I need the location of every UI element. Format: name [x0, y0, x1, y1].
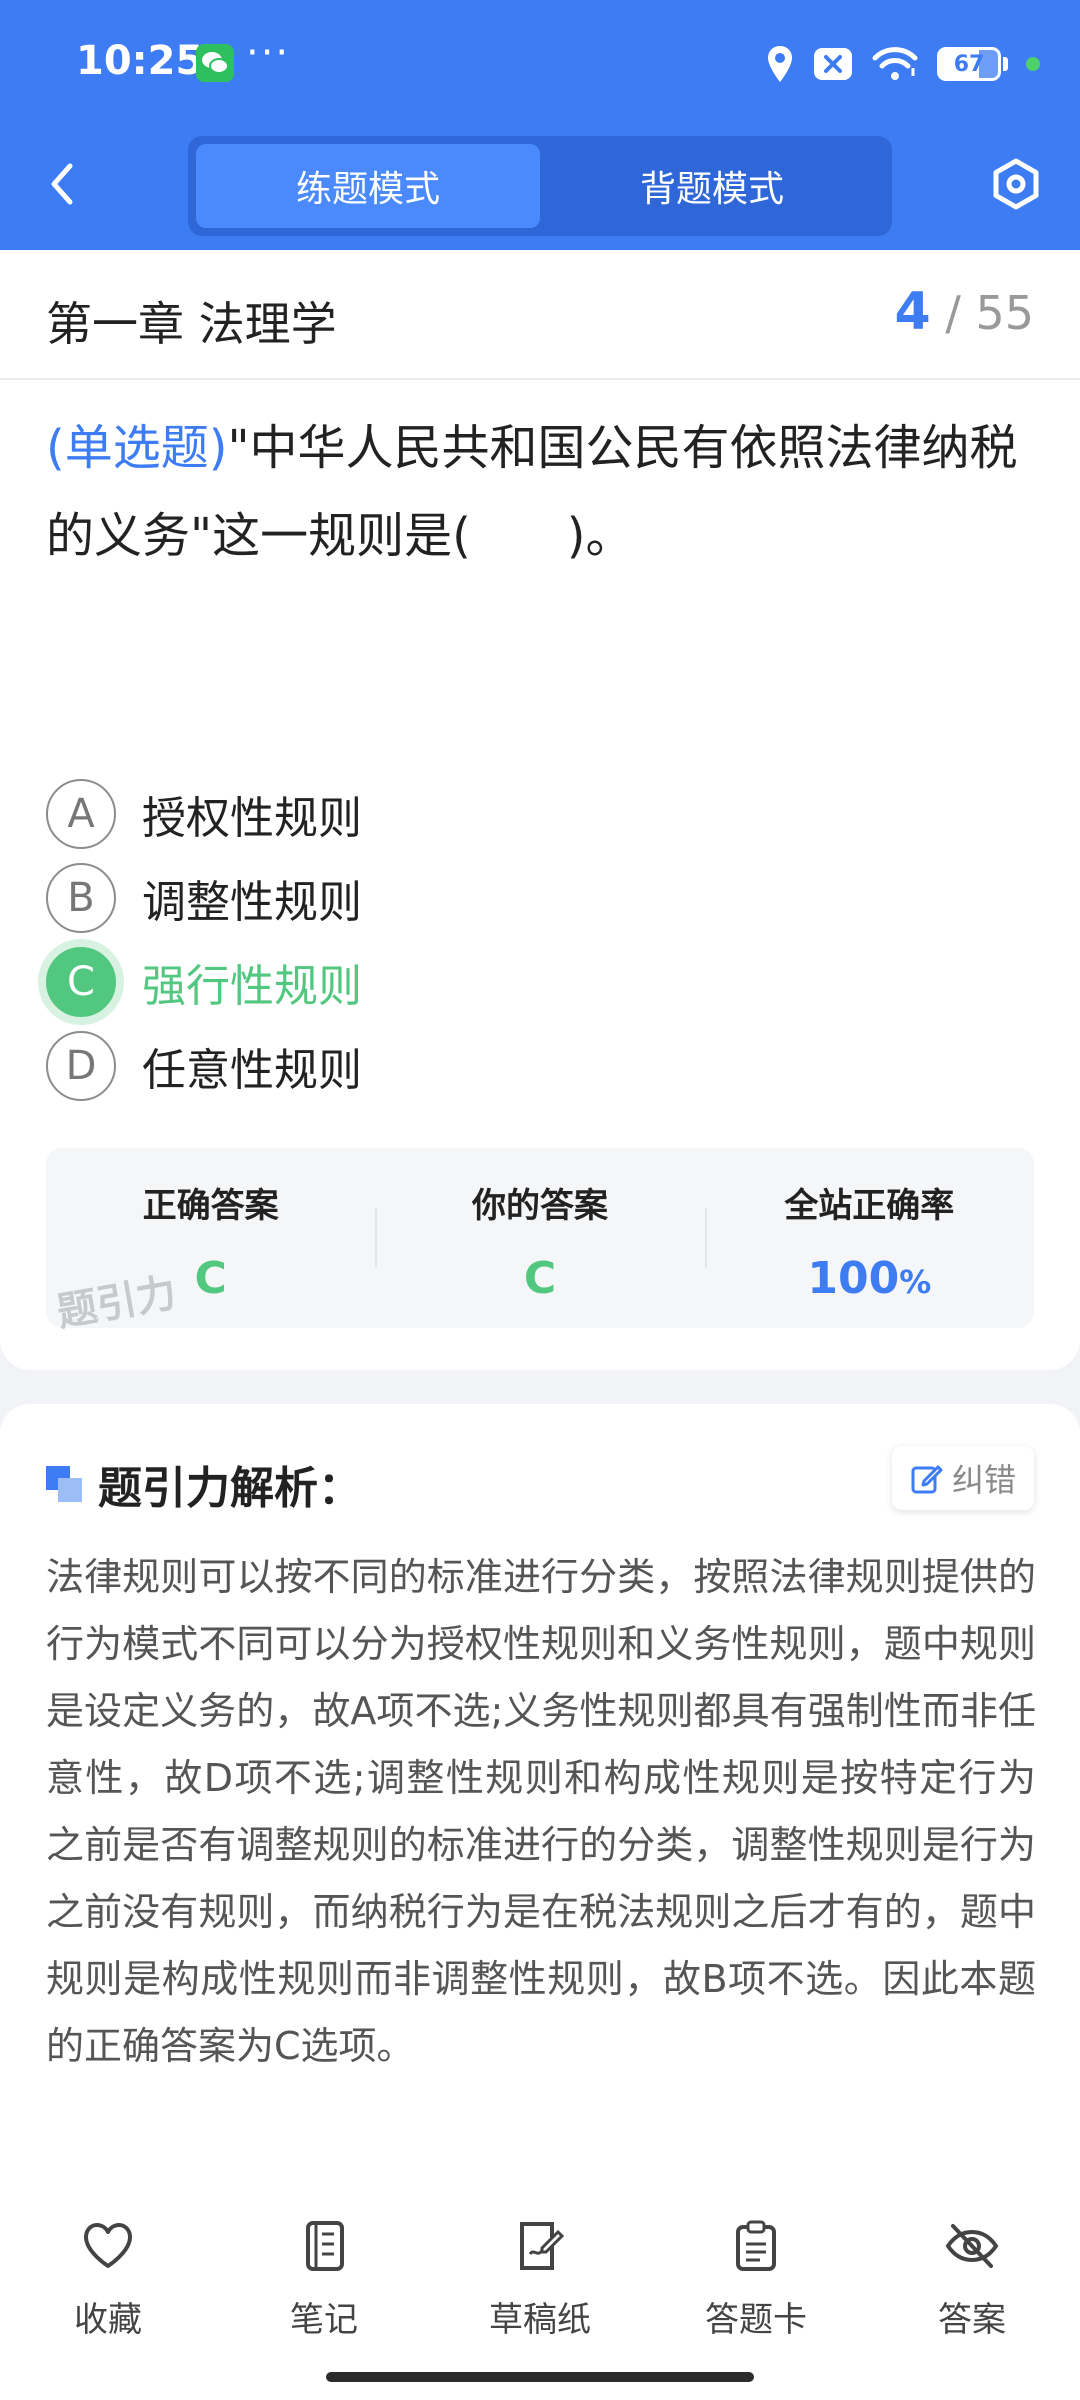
analysis-card: 题引力解析： 纠错 法律规则可以按不同的标准进行分类，按照法律规则提供的行为模式…	[0, 1404, 1080, 2184]
wifi-icon	[872, 47, 918, 80]
tab-label: 笔记	[290, 2300, 358, 2340]
favorite-button[interactable]: 收藏	[28, 2218, 188, 2341]
stat-value: 100%	[705, 1253, 1034, 1304]
analysis-squares-icon	[46, 1466, 82, 1502]
option-letter: A	[46, 779, 116, 849]
battery-tip	[1003, 57, 1008, 71]
option-letter: C	[46, 947, 116, 1017]
option-label: 任意性规则	[142, 1045, 362, 1096]
clipboard-icon	[736, 2220, 776, 2271]
heart-icon	[84, 2223, 132, 2268]
progress-separator: /	[945, 286, 961, 340]
option-b[interactable]: B 调整性规则	[46, 858, 946, 938]
hexagon-settings-icon	[993, 158, 1039, 210]
current-question-number: 4	[894, 282, 931, 342]
more-notifications-icon: ···	[246, 30, 291, 76]
stat-label: 全站正确率	[784, 1186, 955, 1226]
option-label: 调整性规则	[142, 877, 362, 928]
tab-practice-mode[interactable]: 练题模式	[196, 144, 540, 228]
chapter-title: 第一章 法理学	[46, 297, 337, 351]
status-time: 10:25	[76, 38, 204, 84]
chevron-left-icon	[51, 163, 73, 205]
question-card: (单选题)"中华人民共和国公民有依照法律纳税的义务"这一规则是( )。 A 授权…	[0, 380, 1080, 1370]
tab-memorize-mode[interactable]: 背题模式	[540, 144, 884, 228]
rate-number: 100	[807, 1253, 900, 1304]
battery-level: 67	[953, 52, 985, 77]
home-indicator[interactable]	[326, 2372, 754, 2382]
option-letter: B	[46, 863, 116, 933]
tab-label: 答题卡	[705, 2300, 807, 2340]
privacy-indicator-dot	[1026, 57, 1040, 71]
notes-button[interactable]: 笔记	[244, 2218, 404, 2341]
answer-stats: 正确答案 C 题引力 你的答案 C 全站正确率 100%	[46, 1148, 1034, 1336]
notebook-icon	[306, 2221, 344, 2271]
tab-label: 答案	[938, 2300, 1006, 2340]
back-button[interactable]	[40, 158, 88, 210]
edit-icon	[911, 1465, 943, 1494]
mode-switch: 练题模式 背题模式	[188, 136, 892, 236]
answer-sheet-button[interactable]: 答题卡	[676, 2218, 836, 2341]
option-label: 授权性规则	[142, 793, 362, 844]
wechat-icon	[196, 44, 234, 82]
option-letter: D	[46, 1031, 116, 1101]
tab-label: 收藏	[74, 2300, 142, 2340]
bottom-toolbar: 收藏 笔记 草稿纸 答题卡 答案	[0, 2184, 1080, 2400]
report-error-button[interactable]: 纠错	[891, 1446, 1034, 1510]
battery-icon: 67	[937, 47, 1001, 81]
question-text: (单选题)"中华人民共和国公民有依照法律纳税的义务"这一规则是( )。	[46, 404, 1036, 580]
question-type: (单选题)	[46, 420, 228, 476]
eye-slash-icon	[945, 2224, 999, 2268]
app-header: 10:25 ··· 67 练题模式 背题模式	[0, 0, 1080, 250]
stat-label: 你的答案	[471, 1186, 608, 1226]
option-label: 强行性规则	[142, 961, 362, 1012]
notification-x-icon	[814, 48, 852, 80]
option-c[interactable]: C 强行性规则	[46, 942, 946, 1022]
total-question-count: 55	[975, 286, 1034, 340]
location-icon	[768, 46, 792, 82]
option-d[interactable]: D 任意性规则	[46, 1026, 946, 1106]
analysis-header: 题引力解析：	[46, 1454, 362, 1514]
stat-your-answer: 你的答案 C	[375, 1148, 704, 1328]
draft-paper-button[interactable]: 草稿纸	[460, 2218, 620, 2341]
status-bar: 10:25 ··· 67	[0, 0, 1080, 126]
stat-correct-answer: 正确答案 C 题引力	[46, 1148, 375, 1336]
show-answer-button[interactable]: 答案	[892, 2218, 1052, 2341]
settings-button[interactable]	[988, 156, 1044, 212]
rate-unit: %	[899, 1263, 932, 1301]
stat-label: 正确答案	[142, 1186, 279, 1226]
draft-paper-icon	[520, 2222, 565, 2270]
analysis-text: 法律规则可以按不同的标准进行分类，按照法律规则提供的行为模式不同可以分为授权性规…	[46, 1555, 1036, 2068]
question-progress: 4 / 55	[895, 282, 1034, 342]
option-a[interactable]: A 授权性规则	[46, 774, 946, 854]
chapter-bar: 第一章 法理学 4 / 55	[0, 250, 1080, 380]
stat-accuracy-rate: 全站正确率 100%	[704, 1148, 1034, 1328]
report-error-label: 纠错	[951, 1461, 1016, 1499]
tab-label: 草稿纸	[489, 2300, 591, 2340]
status-icons: 67	[765, 42, 1040, 86]
stat-value: C	[523, 1253, 557, 1304]
analysis-title: 题引力解析：	[98, 1463, 362, 1514]
